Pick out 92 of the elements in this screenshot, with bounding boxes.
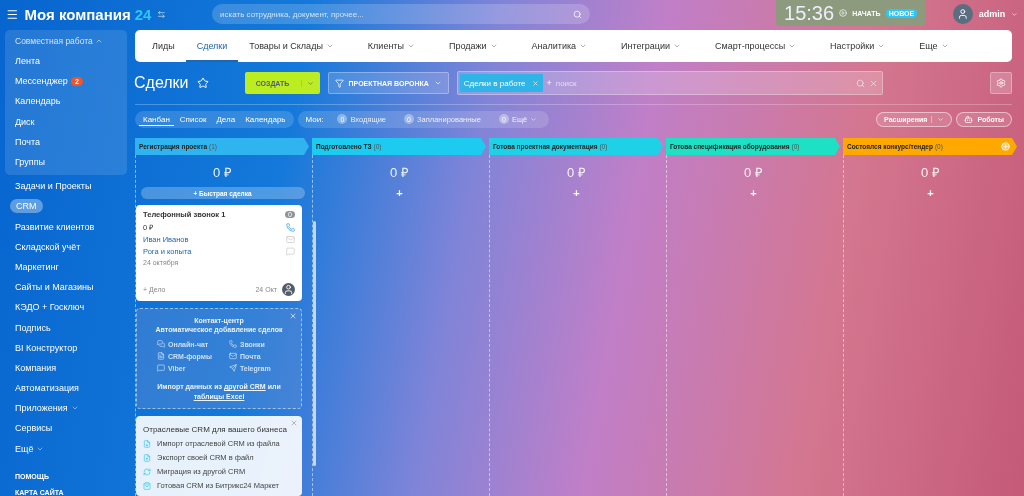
nav-tab[interactable]: Настройки [819,30,897,62]
sidebar-item[interactable]: КЭДО + Госключ [15,302,85,313]
avatar-icon[interactable] [953,4,973,24]
view-tab[interactable]: Календарь [241,112,290,126]
close-icon[interactable] [531,79,539,87]
filter-field[interactable]: Сделки в работе + поиск [456,71,883,95]
avatar-icon [282,283,295,297]
settings-icon [996,78,1006,88]
search-input[interactable]: искать сотрудника, документ, прочее... [220,9,574,19]
plus-icon[interactable] [1001,142,1010,151]
caret-icon [937,115,945,123]
paper-plane-icon [229,364,237,373]
counters-label: Мои: [304,114,325,124]
nav-tab[interactable]: Клиенты [356,30,426,62]
swap-icon[interactable] [157,9,167,19]
panel-title: Отраслевые CRM для вашего бизнеса [143,425,288,434]
nav-tab[interactable]: Интеграции [610,30,693,62]
sidebar-item[interactable]: Маркетинг [15,261,59,272]
sidebar-item[interactable]: Ещё [15,443,34,454]
search-input[interactable]: поиск [555,78,852,88]
add-deal-button[interactable]: + [923,187,938,199]
file-icon [143,439,151,448]
nav-tab[interactable]: Товары и Склады [238,30,345,62]
sidebar-item[interactable]: Мессенджер [15,76,68,87]
page-title: Сделки [134,74,189,92]
phone-icon[interactable] [286,222,295,232]
caret-icon[interactable] [307,79,315,87]
menu-icon[interactable] [6,7,19,21]
filter-icon [334,78,344,88]
nav-tab[interactable]: Продажи [437,30,509,62]
add-deal-button[interactable]: + [569,187,584,199]
sidebar-item[interactable]: Почта [15,136,40,147]
view-tab[interactable]: Канбан [139,112,174,126]
bag-icon [143,481,151,490]
search-icon[interactable] [855,78,865,88]
phone-icon [229,340,237,349]
user-menu[interactable]: admin [978,9,1006,19]
search-icon[interactable] [573,9,583,19]
chat-icon[interactable] [286,247,295,257]
chat-icon [157,340,165,349]
nav-tab[interactable]: Еще [908,30,960,62]
view-tab[interactable]: Дела [212,112,240,126]
sidebar-item[interactable]: Компания [15,362,57,373]
clear-icon[interactable] [868,78,878,88]
column-sum: 0 ₽ [567,164,586,181]
sidebar-item[interactable]: Складской учёт [15,241,81,252]
arrows-icon [143,467,151,476]
add-filter-mark: + [546,78,552,88]
company-name: Моя компания [24,5,131,23]
add-deal-button[interactable]: + [746,187,761,199]
sidebar-item[interactable]: Лента [15,56,40,67]
group-toggle[interactable]: Совместная работа [15,36,93,46]
close-icon[interactable] [290,419,298,427]
mail-icon[interactable] [286,235,295,245]
view-tab[interactable]: Список [175,112,211,126]
sidebar-item[interactable]: CRM [10,199,43,214]
sidebar-item[interactable]: Календарь [15,96,61,107]
sidebar-item[interactable]: Автоматизация [15,383,79,394]
search-field[interactable]: искать сотрудника, документ, прочее... [212,4,591,24]
sidebar-item[interactable]: Приложения [15,403,68,414]
column-sum: 0 ₽ [921,164,940,181]
column-sum: 0 ₽ [390,164,409,181]
play-icon[interactable] [839,9,848,17]
close-icon[interactable] [289,312,297,321]
document-icon [157,352,165,361]
file-icon [143,453,151,462]
add-deal-button[interactable]: + [392,187,407,199]
sidebar-item[interactable]: Подпись [15,322,51,333]
sidebar-item[interactable]: Сервисы [15,423,53,434]
sidebar-item[interactable]: Задачи и Проекты [15,181,92,192]
nav-tab[interactable]: Аналитика [520,30,599,62]
settings-button[interactable] [990,72,1012,94]
caret-icon[interactable] [94,37,103,45]
clock-time: 15:36 [784,1,835,25]
mail-icon [229,352,237,361]
column-sum: 0 ₽ [213,164,232,181]
nav-tab[interactable]: Сделки [185,30,239,62]
caret-icon [433,79,442,87]
sidebar-item[interactable]: Группы [15,157,45,168]
filter-tag: Сделки в работе [459,74,543,92]
sidebar-item[interactable]: Диск [15,116,35,127]
column-sum: 0 ₽ [744,164,763,181]
logo-number: 24 [134,5,152,23]
star-icon[interactable] [196,77,209,89]
robot-icon [964,114,974,124]
sidebar-item[interactable]: BI Конструктор [15,342,78,353]
nav-tab[interactable]: Смарт-процессы [704,30,808,62]
nav-tab[interactable]: Лиды [141,30,186,62]
speech-bubble-icon [157,364,165,373]
sidebar-item[interactable]: Развитие клиентов [15,221,95,232]
caret-icon[interactable] [1011,10,1018,18]
sidebar-item[interactable]: Сайты и Магазины [15,282,94,293]
